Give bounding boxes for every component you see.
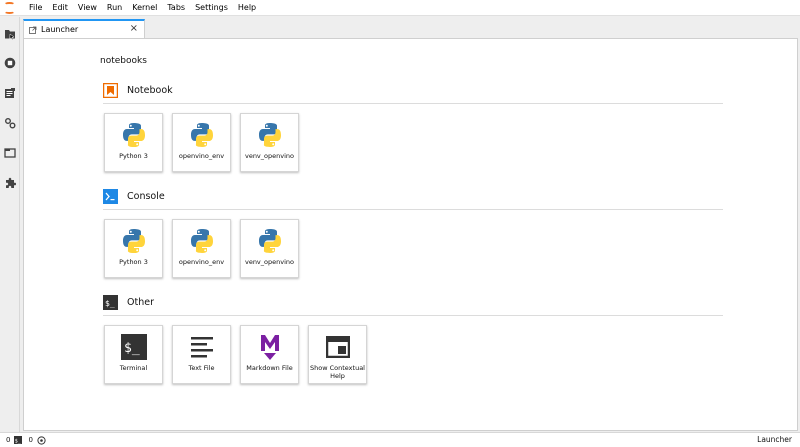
text-file-icon: [187, 332, 217, 362]
status-bar: 0 $_ 0 Launcher: [0, 432, 800, 447]
section-other-header: $_ Other: [103, 295, 154, 310]
section-other-title: Other: [127, 297, 154, 308]
notebook-icon: [103, 83, 118, 98]
commands-icon[interactable]: [3, 86, 16, 99]
terminal-icon: $_: [14, 436, 23, 444]
svg-text:$_: $_: [124, 341, 140, 356]
menu-kernel[interactable]: Kernel: [127, 0, 162, 16]
launcher-card-terminal[interactable]: $_ Terminal: [104, 325, 163, 384]
launcher-card-notebook-openvino-env[interactable]: openvino_env: [172, 113, 231, 172]
section-console-header: Console: [103, 189, 165, 204]
python-icon: [119, 120, 149, 150]
tab-bar: Launcher ×: [21, 17, 800, 38]
jupyter-logo-icon: [2, 1, 18, 15]
extension-icon[interactable]: [3, 176, 16, 189]
python-icon: [119, 226, 149, 256]
card-label: Show Contextual Help: [310, 364, 365, 380]
menu-tabs[interactable]: Tabs: [162, 0, 190, 16]
python-icon: [255, 226, 285, 256]
main-area: Launcher × notebooks Notebook Console $_…: [21, 17, 800, 432]
card-label: openvino_env: [178, 152, 225, 160]
launcher-card-console-openvino-env[interactable]: openvino_env: [172, 219, 231, 278]
status-launcher-label: Launcher: [757, 435, 792, 444]
card-label: venv_openvino: [244, 258, 295, 266]
kernels-count: 0: [28, 436, 33, 444]
running-icon[interactable]: [3, 56, 16, 69]
tab-label: Launcher: [41, 25, 79, 34]
card-label: Python 3: [119, 258, 148, 266]
section-divider: [103, 315, 723, 316]
console-icon: [103, 189, 118, 204]
kernel-icon: [37, 435, 46, 445]
terminal-icon: $_: [103, 295, 118, 310]
contextual-help-icon: [323, 332, 353, 362]
section-notebook-title: Notebook: [127, 85, 173, 96]
property-inspector-icon[interactable]: [3, 116, 16, 129]
close-icon[interactable]: ×: [130, 24, 138, 34]
jupyterlab-window: File Edit View Run Kernel Tabs Settings …: [0, 0, 800, 447]
launcher-card-notebook-venv-openvino[interactable]: venv_openvino: [240, 113, 299, 172]
svg-text:$_: $_: [15, 438, 22, 444]
python-icon: [187, 120, 217, 150]
menu-file[interactable]: File: [24, 0, 47, 16]
card-label: Markdown File: [246, 364, 293, 372]
section-divider: [103, 209, 723, 210]
launcher-card-contextual-help[interactable]: Show Contextual Help: [308, 325, 367, 384]
svg-text:$_: $_: [105, 299, 115, 308]
terminals-status[interactable]: 0 $_: [6, 436, 23, 444]
markdown-icon: [255, 332, 285, 362]
menu-settings[interactable]: Settings: [190, 0, 233, 16]
section-notebook-header: Notebook: [103, 83, 173, 98]
section-console-title: Console: [127, 191, 165, 202]
tabs-icon[interactable]: [3, 146, 16, 159]
launcher-card-console-venv-openvino[interactable]: venv_openvino: [240, 219, 299, 278]
launcher-card-notebook-python3[interactable]: Python 3: [104, 113, 163, 172]
menu-help[interactable]: Help: [233, 0, 261, 16]
menu-bar: File Edit View Run Kernel Tabs Settings …: [0, 0, 800, 16]
launcher-cwd: notebooks: [100, 56, 147, 66]
python-icon: [187, 226, 217, 256]
menu-edit[interactable]: Edit: [47, 0, 73, 16]
left-sidebar: [0, 17, 20, 432]
launcher-card-text-file[interactable]: Text File: [172, 325, 231, 384]
python-icon: [255, 120, 285, 150]
launcher-panel: notebooks Notebook Console $_ Other Pyth…: [23, 38, 798, 431]
card-label: openvino_env: [178, 258, 225, 266]
menu-run[interactable]: Run: [102, 0, 127, 16]
card-label: Terminal: [119, 364, 148, 372]
folder-icon[interactable]: [3, 27, 16, 40]
card-label: Text File: [188, 364, 215, 372]
kernels-status[interactable]: 0: [28, 435, 46, 445]
menu-view[interactable]: View: [73, 0, 102, 16]
section-divider: [103, 103, 723, 104]
terminal-icon: $_: [119, 332, 149, 362]
terminals-count: 0: [6, 436, 11, 444]
card-label: Python 3: [119, 152, 148, 160]
card-label: venv_openvino: [244, 152, 295, 160]
launcher-icon: [29, 26, 37, 34]
launcher-card-console-python3[interactable]: Python 3: [104, 219, 163, 278]
launcher-card-markdown-file[interactable]: Markdown File: [240, 325, 299, 384]
tab-launcher[interactable]: Launcher ×: [23, 19, 145, 38]
